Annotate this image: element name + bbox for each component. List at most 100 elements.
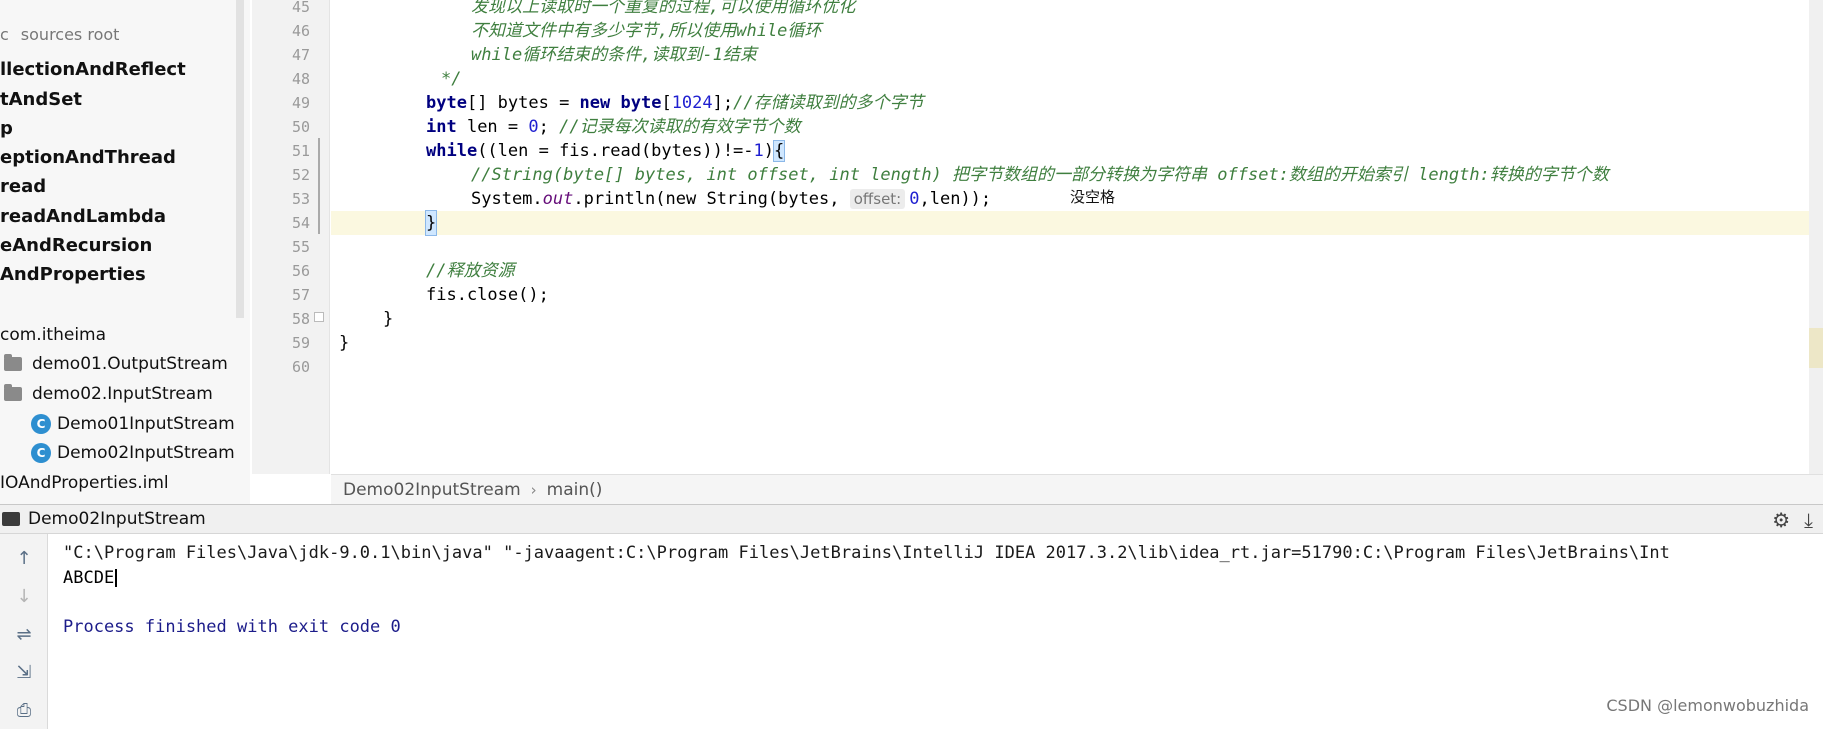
tree-module-thread[interactable]: read	[0, 173, 46, 201]
tree-package-com-itheima[interactable]: com.itheima	[0, 321, 106, 349]
project-tree-panel: c sources root llectionAndReflect tAndSe…	[0, 0, 250, 504]
line-number: 55	[291, 238, 310, 256]
text-cursor	[115, 569, 118, 587]
tree-module-io-and-properties[interactable]: AndProperties	[0, 261, 146, 289]
line-number: 50	[291, 118, 310, 136]
folder-icon	[4, 384, 22, 401]
tree-module-exception-and-thread[interactable]: eptionAndThread	[0, 144, 176, 172]
tree-item-label: AndProperties	[0, 264, 146, 285]
comment-text: //String(byte[] bytes, int offset, int l…	[471, 165, 1609, 185]
line-number: 49	[291, 94, 310, 112]
code-text: )	[763, 141, 775, 161]
gear-icon[interactable]: ⚙	[1772, 508, 1790, 532]
tree-module-list-and-set[interactable]: tAndSet	[0, 86, 82, 114]
console-exit-line: Process finished with exit code 0	[63, 617, 401, 637]
line-number: 47	[291, 46, 310, 64]
code-line-46: 不知道文件中有多少字节,所以使用while循环	[471, 19, 1813, 43]
code-line-54-current: }	[331, 210, 1813, 236]
comment-text: while	[471, 45, 523, 65]
tree-module-file-and-recursion[interactable]: eAndRecursion	[0, 232, 152, 260]
code-text: System.	[471, 189, 543, 209]
code-line-52: //String(byte[] bytes, int offset, int l…	[471, 163, 1813, 187]
console-command-line: "C:\Program Files\Java\jdk-9.0.1\bin\jav…	[63, 543, 1670, 563]
code-line-51: while((len = fis.read(bytes))!=-1){	[426, 139, 1813, 163]
tree-item-prefix: c	[0, 25, 9, 44]
code-line-57: fis.close();	[426, 283, 1813, 307]
java-class-icon: C	[31, 443, 51, 463]
line-number-gutter: 45 46 47 48 49 50 51 52 53 54 55 56 57 5…	[252, 0, 330, 474]
tree-class-demo02inputstream[interactable]: C Demo02InputStream	[31, 439, 235, 467]
line-number: 51	[291, 142, 310, 160]
line-number: 54	[291, 214, 310, 232]
fold-marker-icon[interactable]	[314, 312, 324, 322]
run-tab-label[interactable]: Demo02InputStream	[28, 509, 206, 529]
code-text: String(bytes,	[696, 189, 850, 209]
code-text: fis.close();	[426, 285, 549, 305]
tree-item-label: read	[0, 176, 47, 197]
fold-guide	[318, 138, 320, 234]
tree-package-demo02-inputstream[interactable]: demo02.InputStream	[4, 380, 213, 408]
code-area[interactable]: 发现以上读取时一个重复的过程,可以使用循环优化 不知道文件中有多少字节,所以使用…	[331, 0, 1813, 474]
comment-text: 循环	[787, 21, 822, 41]
code-line-59: }	[339, 331, 1813, 355]
tree-class-demo01inputstream[interactable]: C Demo01InputStream	[31, 410, 235, 438]
editor-scrollbar[interactable]	[1809, 0, 1823, 474]
code-editor[interactable]: 45 46 47 48 49 50 51 52 53 54 55 56 57 5…	[252, 0, 1823, 504]
comment-text: 循环结束的条件,读取到-1结束	[522, 45, 757, 65]
hide-panel-icon[interactable]: ⤓	[1804, 508, 1813, 532]
tree-item-label: IOAndProperties.iml	[0, 473, 169, 493]
code-text: ,len));	[919, 189, 992, 209]
scroll-to-end-icon[interactable]: ⇲	[12, 660, 36, 684]
keyword: int	[426, 117, 457, 137]
line-number: 53	[291, 190, 310, 208]
tree-item-label: eAndRecursion	[0, 235, 153, 256]
run-header-icons: ⚙ ⤓	[1772, 505, 1813, 535]
parameter-hint: offset:	[849, 189, 906, 209]
comment-text: 不知道文件中有多少字节,所以使用	[471, 21, 737, 41]
number-literal: 0	[528, 117, 539, 137]
line-number: 58	[291, 310, 310, 328]
tree-package-demo01-outputstream[interactable]: demo01.OutputStream	[4, 350, 228, 378]
code-text: len =	[456, 117, 529, 137]
keyword: while	[426, 141, 478, 161]
tree-item-label: readAndLambda	[0, 206, 167, 227]
run-panel-header: Demo02InputStream ⚙ ⤓	[0, 504, 1823, 534]
code-text: [	[661, 93, 672, 113]
scroll-down-icon[interactable]: ↓	[12, 584, 36, 608]
project-tree-scrollbar[interactable]	[236, 0, 244, 318]
breadcrumb-method[interactable]: main()	[547, 480, 603, 500]
line-number: 46	[291, 22, 310, 40]
tree-item-label: com.itheima	[0, 325, 107, 345]
watermark: CSDN @lemonwobuzhida	[1606, 696, 1809, 715]
print-icon[interactable]: ⎙	[12, 698, 36, 722]
code-line-53: System.out.println(new String(bytes, off…	[471, 187, 1813, 211]
code-line-48: */	[441, 67, 1813, 91]
tree-item-label: llectionAndReflect	[0, 59, 186, 80]
tree-module-collection-and-reflect[interactable]: llectionAndReflect	[0, 56, 186, 84]
line-number: 60	[291, 358, 310, 376]
code-text: ];	[712, 93, 734, 113]
tree-module-thread-and-lambda[interactable]: readAndLambda	[0, 203, 166, 231]
java-class-icon: C	[31, 414, 51, 434]
folder-icon	[4, 354, 22, 371]
annotation-note: 没空格	[1070, 188, 1116, 206]
tree-item-label: eptionAndThread	[0, 147, 176, 168]
number-literal: 1024	[671, 93, 713, 113]
run-config-icon	[2, 512, 20, 526]
soft-wrap-icon[interactable]: ⇌	[12, 622, 36, 646]
keyword: byte	[426, 93, 467, 113]
breadcrumb-class[interactable]: Demo02InputStream	[343, 480, 521, 500]
comment-text: //释放资源	[426, 261, 515, 281]
number-literal: 1	[753, 141, 764, 161]
line-number: 48	[291, 70, 310, 88]
code-line-56: //释放资源	[426, 259, 1813, 283]
comment-text: 发现以上读取时一个重复的过程,可以使用循环优化	[471, 0, 856, 17]
code-text: new	[665, 189, 697, 209]
run-console[interactable]: "C:\Program Files\Java\jdk-9.0.1\bin\jav…	[49, 534, 1823, 729]
tree-module-map[interactable]: p	[0, 115, 13, 143]
tree-item-sources-root[interactable]: c sources root	[0, 21, 119, 49]
tree-file-iml[interactable]: IOAndProperties.iml	[0, 469, 169, 497]
scroll-up-icon[interactable]: ↑	[12, 546, 36, 570]
code-line-45: 发现以上读取时一个重复的过程,可以使用循环优化	[471, 0, 1813, 19]
code-text: }	[383, 309, 394, 329]
